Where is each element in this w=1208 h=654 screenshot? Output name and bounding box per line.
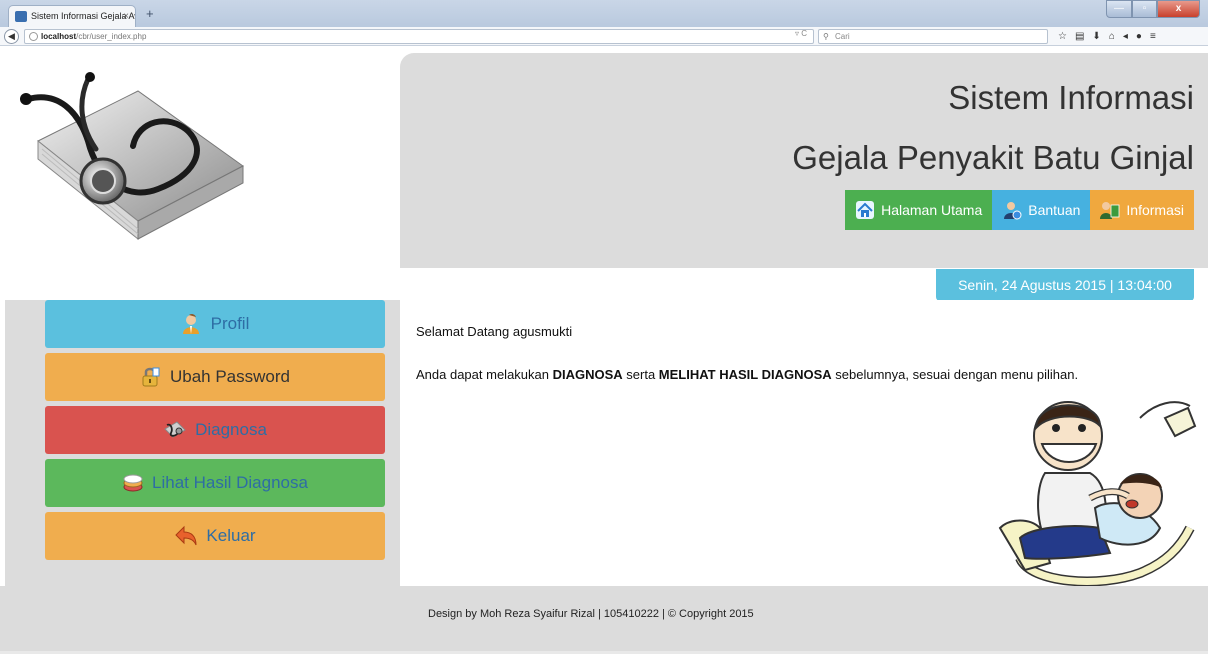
info-book-icon [1100, 202, 1120, 219]
sidebar-item-keluar-label: Keluar [206, 526, 256, 545]
web-page: Sistem Informasi Gejala Penyakit Batu Gi… [0, 47, 1208, 654]
bookmarks-list-icon[interactable]: ▤ [1075, 29, 1084, 44]
nav-informasi[interactable]: Informasi [1090, 190, 1194, 230]
header-banner: Sistem Informasi Gejala Penyakit Batu Gi… [400, 53, 1208, 268]
stethoscope-icon [164, 421, 186, 438]
maximize-button[interactable]: ▫ [1132, 0, 1157, 18]
home-browser-icon[interactable]: ⌂ [1109, 29, 1115, 44]
sidebar-menu: Profil Ubah Password Diagnosa Lihat Hasi… [5, 300, 400, 586]
sidebar-item-ubah-password-label: Ubah Password [169, 367, 290, 386]
download-icon[interactable]: ⬇ [1092, 29, 1100, 44]
toolbar-icons: ☆ ▤ ⬇ ⌂ ◂ ● ≡ [1058, 29, 1156, 44]
close-window-button[interactable]: x [1157, 0, 1200, 18]
footer: Design by Moh Reza Syaifur Rizal | 10541… [0, 586, 1208, 654]
top-navigation: Halaman Utama Bantuan Informasi [845, 190, 1194, 230]
info-prefix: Anda dapat melakukan [416, 367, 553, 382]
tab-title: Sistem Informasi Gejala Aw... [31, 11, 135, 21]
search-input[interactable]: ⚲ Cari [818, 29, 1048, 44]
sidebar-item-diagnosa-label: Diagnosa [195, 420, 267, 439]
date-time-display: Senin, 24 Agustus 2015 | 13:04:00 [936, 269, 1194, 301]
tab-close-button[interactable]: × [123, 6, 129, 27]
search-icon: ⚲ [823, 32, 829, 41]
info-paragraph: Anda dapat melakukan DIAGNOSA serta MELI… [416, 367, 1078, 382]
footer-copyright: Design by Moh Reza Syaifur Rizal | 10541… [428, 608, 754, 620]
reload-button[interactable]: ▿ C [795, 27, 807, 40]
info-mid: serta [622, 367, 659, 382]
browser-tab[interactable]: Sistem Informasi Gejala Aw... × [8, 5, 136, 27]
search-placeholder: Cari [835, 32, 850, 41]
nav-halaman-utama-label: Halaman Utama [881, 202, 983, 218]
user-profile-icon [182, 313, 199, 334]
address-bar[interactable]: localhost/cbr/user_index.php [24, 29, 814, 44]
info-diagnosa: DIAGNOSA [552, 367, 623, 382]
site-title-line2: Gejala Penyakit Batu Ginjal [792, 139, 1194, 176]
favicon-icon [15, 11, 27, 22]
nav-bantuan-label: Bantuan [1028, 202, 1081, 218]
nav-halaman-utama[interactable]: Halaman Utama [845, 190, 993, 230]
sidebar-item-diagnosa[interactable]: Diagnosa [45, 406, 385, 454]
menu-icon[interactable]: ≡ [1150, 29, 1156, 44]
site-title-line1: Sistem Informasi [948, 79, 1194, 116]
sidebar-item-profil[interactable]: Profil [45, 300, 385, 348]
main-content: Selamat Datang agusmukti Anda dapat mela… [400, 300, 1208, 587]
pocket-icon[interactable]: ● [1136, 29, 1142, 44]
minimize-button[interactable]: — [1106, 0, 1132, 18]
logout-arrow-icon [175, 525, 197, 546]
tab-bar: Sistem Informasi Gejala Aw... × + — ▫ x [0, 0, 1208, 27]
window-controls: — ▫ x [1106, 0, 1200, 18]
nav-bantuan[interactable]: Bantuan [992, 190, 1091, 230]
globe-icon [29, 32, 38, 41]
home-icon [856, 201, 875, 219]
welcome-text: Selamat Datang agusmukti [416, 324, 573, 339]
sidebar-item-lihat-hasil-diagnosa-label: Lihat Hasil Diagnosa [152, 473, 308, 492]
share-icon[interactable]: ◂ [1123, 29, 1128, 44]
lock-icon [142, 367, 160, 387]
navigation-bar: ◀ localhost/cbr/user_index.php ▿ C ⚲ Car… [0, 27, 1208, 46]
help-user-icon [1004, 202, 1022, 220]
browser-chrome: Sistem Informasi Gejala Aw... × + — ▫ x … [0, 0, 1208, 46]
sidebar-item-ubah-password[interactable]: Ubah Password [45, 353, 385, 401]
url-host: localhost [41, 32, 77, 41]
pills-icon [123, 474, 143, 492]
url-path: /cbr/user_index.php [76, 32, 147, 41]
info-melihat-hasil: MELIHAT HASIL DIAGNOSA [658, 367, 832, 382]
bookmark-star-icon[interactable]: ☆ [1058, 29, 1067, 44]
sidebar-item-keluar[interactable]: Keluar [45, 512, 385, 560]
dentist-illustration [998, 401, 1197, 587]
back-button[interactable]: ◀ [4, 29, 19, 44]
nav-informasi-label: Informasi [1126, 202, 1184, 218]
new-tab-button[interactable]: + [146, 6, 154, 21]
sidebar-item-profil-label: Profil [210, 314, 250, 333]
sidebar-item-lihat-hasil-diagnosa[interactable]: Lihat Hasil Diagnosa [45, 459, 385, 507]
stethoscope-logo [20, 72, 244, 241]
